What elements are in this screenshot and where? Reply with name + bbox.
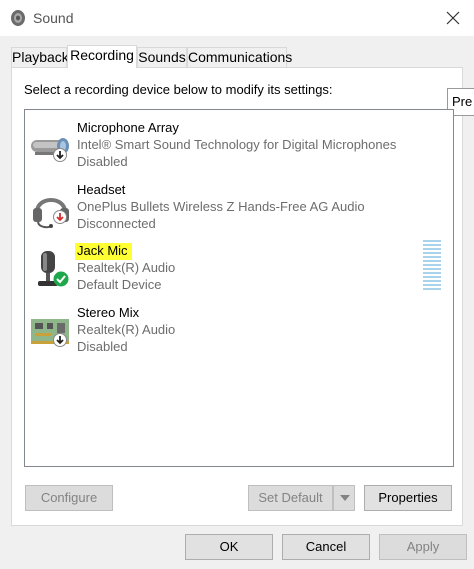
device-item-stereo-mix[interactable]: Stereo Mix Realtek(R) Audio Disabled	[25, 303, 453, 363]
device-name: Stereo Mix	[77, 305, 140, 320]
disabled-arrow-icon	[53, 148, 67, 162]
device-item-jack-mic[interactable]: Jack Mic Realtek(R) Audio Default Device	[25, 241, 453, 301]
close-icon[interactable]	[440, 6, 466, 30]
tab-playback[interactable]: Playback	[11, 47, 69, 67]
instruction-text: Select a recording device below to modif…	[24, 82, 333, 97]
tab-communications[interactable]: Communications	[187, 47, 292, 67]
device-name: Microphone Array	[77, 120, 179, 135]
device-list[interactable]: Microphone Array Intel® Smart Sound Tech…	[24, 109, 454, 467]
speaker-icon	[11, 10, 25, 26]
device-description: OnePlus Bullets Wireless Z Hands-Free AG…	[77, 199, 365, 214]
device-name: Jack Mic	[75, 243, 132, 260]
chevron-down-icon	[340, 495, 350, 501]
default-check-icon	[53, 271, 69, 287]
device-status: Disabled	[77, 339, 128, 354]
device-name: Headset	[77, 182, 126, 197]
disabled-arrow-icon	[53, 333, 67, 347]
device-description: Realtek(R) Audio	[77, 322, 176, 337]
title-bar: Sound	[0, 0, 474, 36]
cancel-button[interactable]: Cancel	[282, 534, 370, 560]
device-status: Disconnected	[77, 216, 156, 231]
level-meter	[423, 240, 441, 290]
device-description: Realtek(R) Audio	[77, 260, 176, 275]
disconnected-arrow-icon	[53, 210, 67, 224]
window-title: Sound	[33, 10, 74, 26]
set-default-dropdown[interactable]	[333, 485, 355, 511]
properties-button[interactable]: Properties	[364, 485, 452, 511]
configure-button[interactable]: Configure	[25, 485, 113, 511]
highlight-marker: Jack Mic	[75, 243, 132, 260]
ok-button[interactable]: OK	[185, 534, 273, 560]
device-description: Intel® Smart Sound Technology for Digita…	[77, 137, 397, 152]
device-item-headset[interactable]: Headset OnePlus Bullets Wireless Z Hands…	[25, 180, 453, 240]
device-status: Disabled	[77, 154, 128, 169]
set-default-button[interactable]: Set Default	[248, 485, 333, 511]
device-item-microphone-array[interactable]: Microphone Array Intel® Smart Sound Tech…	[25, 118, 453, 178]
device-status: Default Device	[77, 277, 162, 292]
tab-recording[interactable]: Recording	[67, 45, 137, 68]
apply-button[interactable]: Apply	[379, 534, 467, 560]
tab-sounds[interactable]: Sounds	[137, 47, 187, 67]
